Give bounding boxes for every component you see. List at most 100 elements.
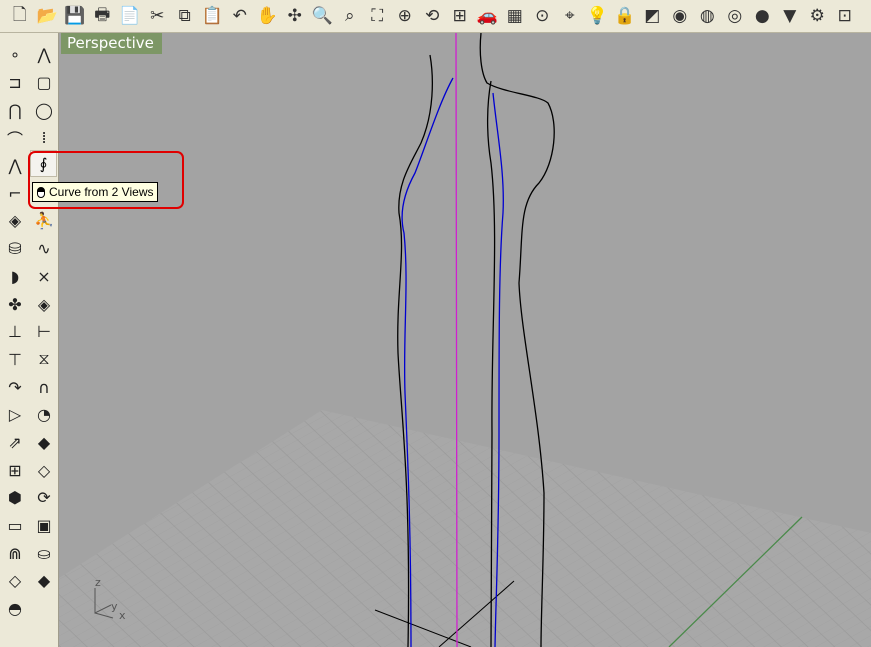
undo-view-icon: ⟲ — [425, 6, 440, 26]
delete-point-icon: ⨯ — [37, 266, 51, 286]
save-button[interactable]: 💾 — [61, 2, 89, 30]
patch-button[interactable]: ◔ — [30, 401, 58, 429]
interp-curve-button[interactable]: ∿ — [30, 235, 58, 263]
undo-icon: ↶ — [232, 6, 247, 26]
plane-surface-button[interactable]: ◆ — [30, 429, 58, 457]
symmetry-button[interactable]: ⧖ — [30, 346, 58, 374]
zoom-window-button[interactable]: ⌕ — [336, 2, 364, 30]
export-button[interactable]: 📄 — [116, 2, 144, 30]
more-button[interactable]: ⊡ — [831, 2, 859, 30]
array-icon: ⊞ — [8, 460, 22, 480]
zoom-extents-button[interactable]: ⛶ — [364, 2, 392, 30]
properties-button[interactable]: ▼ — [776, 2, 804, 30]
cplane-button[interactable]: ⌖ — [556, 2, 584, 30]
layer-button[interactable]: ◩ — [639, 2, 667, 30]
undo-view-button[interactable]: ⟲ — [419, 2, 447, 30]
polyline-button[interactable]: ⊐ — [1, 69, 29, 97]
trim-button[interactable]: ⊥ — [1, 318, 29, 346]
grid-button[interactable]: ▦ — [501, 2, 529, 30]
color-wheel-icon: ◉ — [672, 6, 688, 26]
rotate-button[interactable]: ⟳ — [30, 484, 58, 512]
save-icon: 💾 — [64, 6, 86, 26]
arc-button[interactable]: ⌒ — [1, 124, 29, 152]
four-viewports-button[interactable]: ⊞ — [446, 2, 474, 30]
transform-icon: ✤ — [8, 294, 22, 314]
sweep-button[interactable]: ◗ — [1, 263, 29, 291]
control-point-curve-button[interactable]: ⋀ — [30, 41, 58, 69]
solid-cylinder-button[interactable]: ⛁ — [1, 235, 29, 263]
offset-button[interactable]: ↷ — [1, 373, 29, 401]
delete-point-button[interactable]: ⨯ — [30, 263, 58, 291]
diamond-button[interactable]: ◆ — [30, 567, 58, 595]
options-button[interactable]: ⚙ — [804, 2, 832, 30]
properties-icon: ▼ — [783, 6, 797, 26]
copy-button[interactable]: ⧉ — [171, 2, 199, 30]
zoom-button[interactable]: 🔍 — [309, 2, 337, 30]
shaded-button[interactable]: ◎ — [721, 2, 749, 30]
move-button[interactable]: ⇗ — [1, 429, 29, 457]
light-icon: 💡 — [586, 6, 608, 26]
render-mesh-button[interactable]: ◇ — [1, 567, 29, 595]
zoom-window-icon: ⌕ — [344, 6, 355, 26]
osnap-button[interactable]: ⊙ — [529, 2, 557, 30]
transform-button[interactable]: ✤ — [1, 290, 29, 318]
curve-button[interactable]: ⋂ — [1, 96, 29, 124]
analyze-button[interactable]: ⋒ — [1, 539, 29, 567]
zoom-selected-button[interactable]: ⊕ — [391, 2, 419, 30]
mirror-button[interactable]: ▷ — [1, 401, 29, 429]
box-button[interactable]: ⬢ — [1, 484, 29, 512]
paste-icon: 📋 — [201, 6, 223, 26]
circle-button[interactable]: ◯ — [30, 96, 58, 124]
flat-button[interactable]: ◇ — [30, 456, 58, 484]
color-wheel-button[interactable]: ◉ — [666, 2, 694, 30]
split-button[interactable]: ⊤ — [1, 346, 29, 374]
move-icon: ⇗ — [8, 432, 22, 452]
rectangle-button[interactable]: ▢ — [30, 69, 58, 97]
arch-button[interactable]: ∩ — [30, 373, 58, 401]
cylinder-button[interactable]: ⛀ — [30, 539, 58, 567]
pan-button[interactable]: ✋ — [254, 2, 282, 30]
open-button[interactable]: 📂 — [34, 2, 62, 30]
zoom-icon: 🔍 — [311, 6, 333, 26]
rotate-view-button[interactable]: ✣ — [281, 2, 309, 30]
perspective-viewport[interactable]: z y x Perspective — [59, 33, 871, 647]
person-button[interactable]: ⛹ — [30, 207, 58, 235]
zebra-button[interactable]: ◓ — [1, 595, 29, 623]
print-button[interactable]: 🖶 — [89, 2, 117, 30]
curve-edit-button[interactable]: ⋀ — [1, 152, 29, 180]
paste-button[interactable]: 📋 — [199, 2, 227, 30]
left-toolbar-column-1: ∘ ⊐ ⋂ ⌒ ⋀ ⌐ ◈ ⛁ ◗ ✤ ⊥ ⊤ ↷ ▷ ⇗ ⊞ ⬢ ▭ ⋒ ◇ ◓ — [1, 41, 29, 622]
grid-lines — [59, 410, 871, 647]
undo-button[interactable]: ↶ — [226, 2, 254, 30]
blend-curve-button[interactable]: ⁞ — [30, 124, 58, 152]
new-button[interactable]: 🗋 — [6, 2, 34, 30]
plane-surface-icon: ◆ — [37, 432, 51, 452]
rotate-view-icon: ✣ — [287, 6, 302, 26]
scale-button[interactable]: ⊢ — [30, 318, 58, 346]
dimension-button[interactable]: ▭ — [1, 512, 29, 540]
cut-button[interactable]: ✂ — [144, 2, 172, 30]
plane-button[interactable]: ◈ — [30, 290, 58, 318]
arch-icon: ∩ — [38, 377, 50, 397]
render-button[interactable]: ● — [749, 2, 777, 30]
wireframe-icon: ◍ — [699, 6, 715, 26]
fillet-curve-button[interactable]: ⌐ — [1, 179, 29, 207]
car-button[interactable]: 🚗 — [474, 2, 502, 30]
array-button[interactable]: ⊞ — [1, 456, 29, 484]
point-button[interactable]: ∘ — [1, 41, 29, 69]
surface-button[interactable]: ◈ — [1, 207, 29, 235]
polyline-icon: ⊐ — [8, 73, 22, 93]
point-icon: ∘ — [9, 45, 20, 65]
zebra-icon: ◓ — [8, 599, 22, 619]
axis-label-y: y — [111, 600, 118, 613]
lock-button[interactable]: 🔒 — [611, 2, 639, 30]
frame-button[interactable]: ▣ — [30, 512, 58, 540]
symmetry-icon: ⧖ — [38, 349, 50, 369]
render-icon: ● — [754, 6, 770, 26]
light-button[interactable]: 💡 — [584, 2, 612, 30]
scale-icon: ⊢ — [37, 322, 51, 342]
viewport-title[interactable]: Perspective — [61, 33, 162, 54]
rectangle-icon: ▢ — [36, 73, 52, 93]
surface-icon: ◈ — [8, 211, 22, 231]
wireframe-button[interactable]: ◍ — [694, 2, 722, 30]
